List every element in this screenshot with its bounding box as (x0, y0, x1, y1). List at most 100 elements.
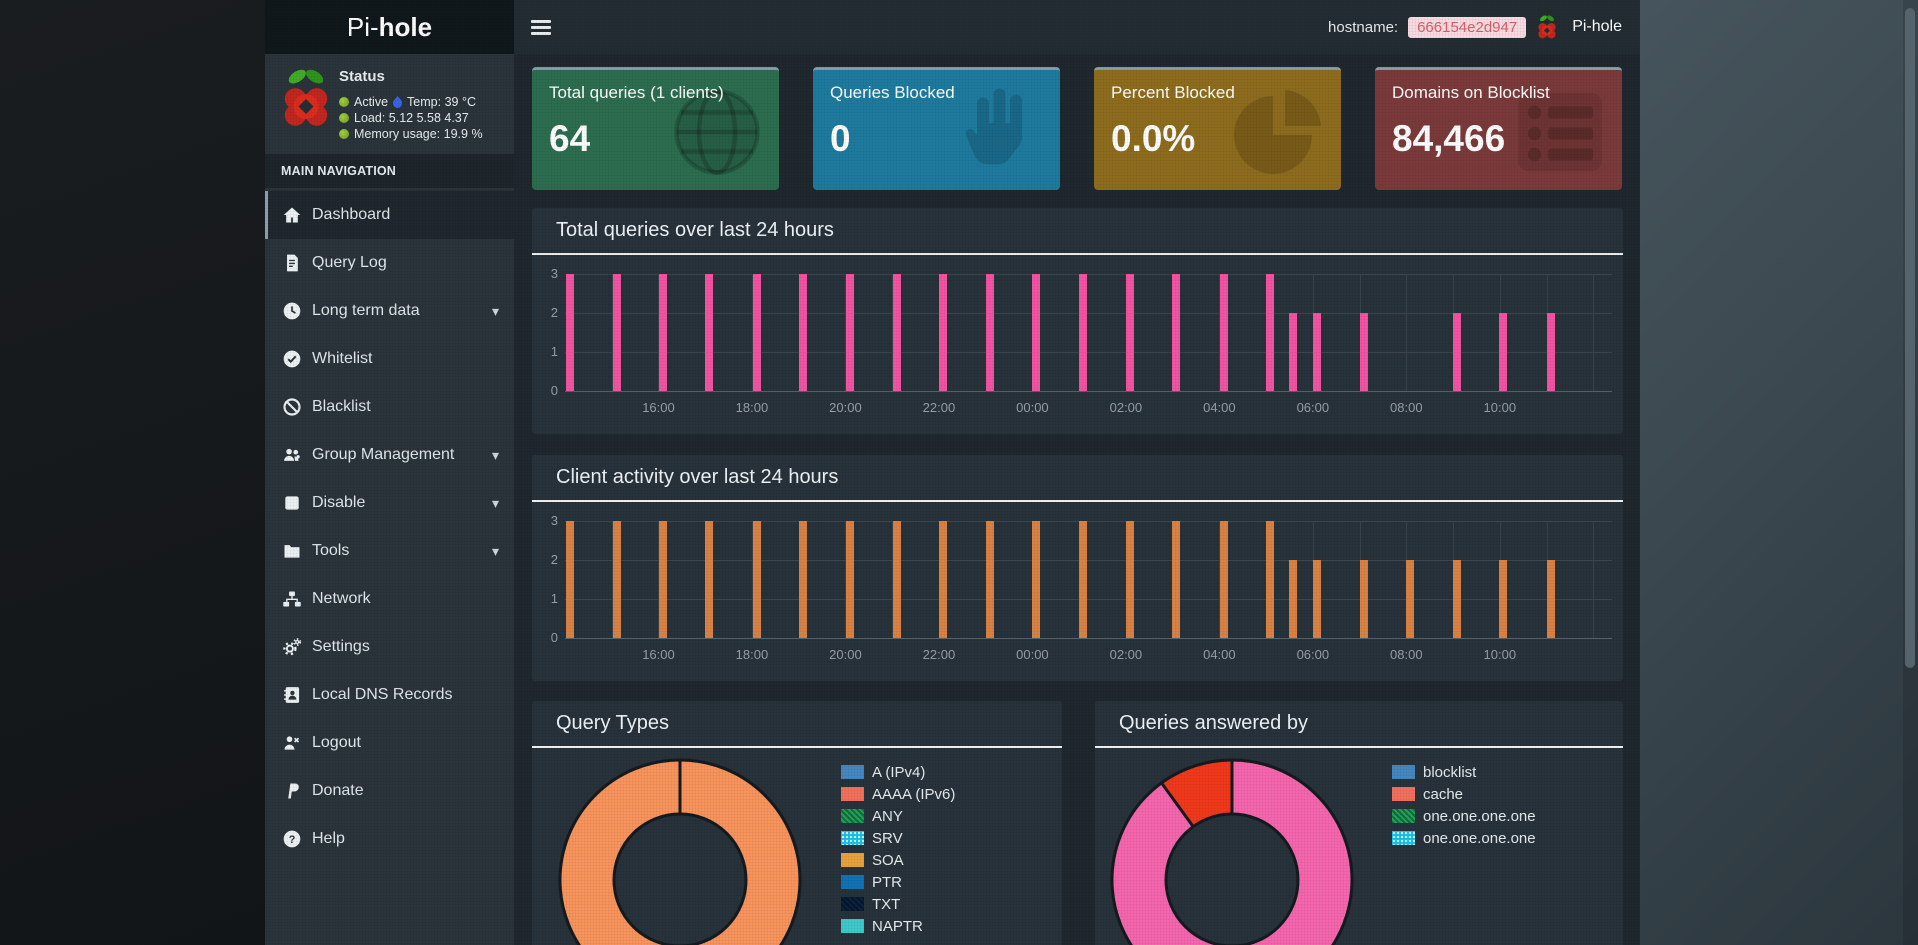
query-bar[interactable] (1359, 560, 1368, 638)
query-bar[interactable] (659, 521, 668, 638)
query-bar[interactable] (705, 521, 714, 638)
query-bar[interactable] (1219, 521, 1228, 638)
sidebar-item-help[interactable]: ? Help (265, 815, 514, 863)
sidebar-item-network[interactable]: Network (265, 575, 514, 623)
status-title: Status (339, 68, 385, 85)
sidebar-item-group-management[interactable]: Group Management ▾ (265, 431, 514, 479)
query-bar[interactable] (1032, 274, 1041, 391)
pie-icon (1231, 84, 1327, 180)
sidebar-item-blacklist[interactable]: Blacklist (265, 383, 514, 431)
sidebar-item-logout[interactable]: Logout (265, 719, 514, 767)
query-bar[interactable] (1499, 313, 1508, 391)
bar-chart-plot[interactable]: 0 1 2 3 16:00 18:00 20:00 22:00 00:00 02:00 04:00 0… (551, 266, 1612, 415)
query-bar[interactable] (845, 521, 854, 638)
query-bar[interactable] (798, 521, 807, 638)
legend-item: blocklist (1392, 763, 1476, 781)
query-bar[interactable] (938, 521, 947, 638)
stat-card-1: Queries Blocked 0 (813, 67, 1060, 190)
status-ok-icon (339, 97, 349, 107)
query-bar[interactable] (1312, 313, 1321, 391)
query-bar[interactable] (845, 274, 854, 391)
query-bar[interactable] (1079, 521, 1088, 638)
query-bar[interactable] (566, 521, 575, 638)
query-bar[interactable] (1265, 521, 1274, 638)
app-logo[interactable]: Pi-hole (265, 0, 514, 54)
query-bar[interactable] (1126, 521, 1135, 638)
query-bar[interactable] (659, 274, 668, 391)
sidebar-item-label: Tools (312, 542, 350, 559)
sidebar-item-tools[interactable]: Tools ▾ (265, 527, 514, 575)
chevron-down-icon[interactable]: ▾ (492, 527, 499, 575)
sidebar-item-query-log[interactable]: Query Log (265, 239, 514, 287)
hostname-badge: 666154e2d947 (1408, 16, 1527, 38)
legend-item: A (IPv4) (841, 763, 925, 781)
query-bar[interactable] (1219, 274, 1228, 391)
query-bar[interactable] (566, 274, 575, 391)
stat-card-value: 84,466 (1392, 118, 1506, 159)
brand-link[interactable]: Pi-hole (1572, 18, 1622, 36)
navbar-right-group: hostname: 666154e2d947 Pi-hole (1328, 0, 1622, 54)
query-bar[interactable] (798, 274, 807, 391)
y-axis-tick: 0 (550, 383, 558, 398)
query-bar[interactable] (1359, 313, 1368, 391)
query-bar[interactable] (1079, 274, 1088, 391)
query-bar[interactable] (1453, 560, 1462, 638)
sidebar-item-long-term-data[interactable]: Long term data ▾ (265, 287, 514, 335)
query-bar[interactable] (1172, 274, 1181, 391)
chevron-down-icon[interactable]: ▾ (492, 431, 499, 479)
query-bar[interactable] (1547, 560, 1556, 638)
address-book-icon (282, 685, 302, 705)
x-axis-tick: 22:00 (922, 647, 956, 662)
query-bar[interactable] (938, 274, 947, 391)
sidebar: Status Active Temp: 39 °C Load: 5.12 5.5… (265, 54, 514, 945)
x-axis-tick: 18:00 (735, 400, 769, 415)
sidebar-item-settings[interactable]: Settings (265, 623, 514, 671)
sidebar-item-donate[interactable]: Donate (265, 767, 514, 815)
query-bar[interactable] (986, 521, 995, 638)
query-bar[interactable] (1405, 560, 1414, 638)
sidebar-item-local-dns-records[interactable]: Local DNS Records (265, 671, 514, 719)
query-bar[interactable] (613, 274, 622, 391)
sidebar-item-dashboard[interactable]: Dashboard (265, 191, 514, 239)
query-bar[interactable] (752, 274, 761, 391)
scrollbar-thumb[interactable] (1905, 8, 1915, 668)
x-axis-tick: 04:00 (1203, 400, 1236, 415)
query-bar[interactable] (613, 521, 622, 638)
donut-chart[interactable] (1102, 750, 1362, 945)
query-bar[interactable] (1453, 313, 1462, 391)
query-bar[interactable] (1032, 521, 1041, 638)
x-axis-tick: 06:00 (1296, 400, 1330, 415)
query-bar[interactable] (1265, 274, 1274, 391)
chevron-down-icon[interactable]: ▾ (492, 479, 499, 527)
chevron-down-icon[interactable]: ▾ (492, 287, 499, 335)
status-state: Active (354, 95, 389, 109)
query-bar[interactable] (986, 274, 995, 391)
legend-item: AAAA (IPv6) (841, 785, 955, 803)
bar-chart-plot[interactable]: 0 1 2 3 16:00 18:00 20:00 22:00 00:00 02:00 04:00 0… (551, 513, 1612, 662)
logo-prefix: Pi- (346, 12, 379, 42)
query-bar[interactable] (1499, 560, 1508, 638)
query-bar[interactable] (892, 521, 901, 638)
query-bar[interactable] (705, 274, 714, 391)
top-navbar: Pi-hole hostname: 666154e2d947 Pi-hole (265, 0, 1640, 54)
sidebar-item-whitelist[interactable]: Whitelist (265, 335, 514, 383)
query-bar[interactable] (1288, 313, 1297, 391)
query-bar[interactable] (1126, 274, 1135, 391)
x-axis-tick: 06:00 (1296, 647, 1330, 662)
panel-title: Query Types (556, 712, 670, 734)
query-bar[interactable] (892, 274, 901, 391)
main-content: Total queries (1 clients) 64 Queries Block… (514, 54, 1640, 945)
legend-swatch (841, 853, 864, 867)
hamburger-menu-icon[interactable] (531, 20, 551, 35)
y-axis-tick: 1 (550, 591, 558, 606)
query-bar[interactable] (1172, 521, 1181, 638)
query-bar[interactable] (752, 521, 761, 638)
query-types-panel: Query Types A (IPv4) AAAA (IPv6) ANY SRV SOA P… (532, 701, 1062, 945)
x-axis-tick: 20:00 (829, 647, 862, 662)
query-bar[interactable] (1288, 560, 1297, 638)
donut-chart[interactable] (550, 750, 810, 945)
pihole-app: Pi-hole hostname: 666154e2d947 Pi-hole S… (265, 0, 1640, 945)
sidebar-item-disable[interactable]: Disable ▾ (265, 479, 514, 527)
query-bar[interactable] (1547, 313, 1556, 391)
query-bar[interactable] (1312, 560, 1321, 638)
